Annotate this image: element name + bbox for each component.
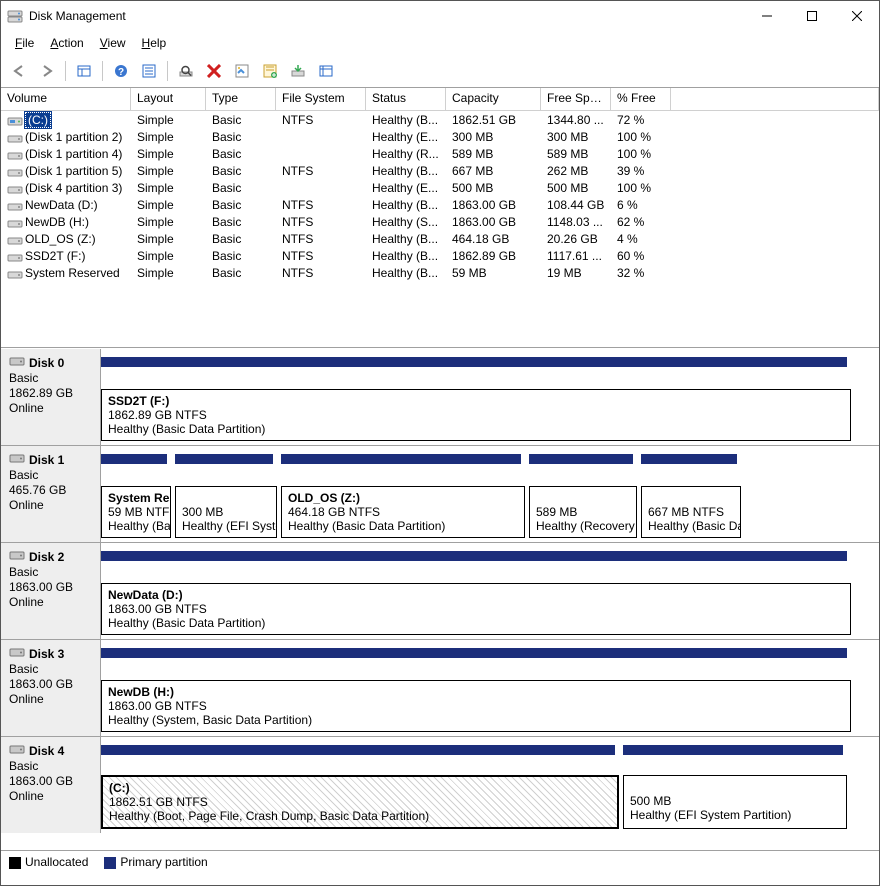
volume-row[interactable]: (Disk 1 partition 2)SimpleBasicHealthy (… <box>1 128 879 145</box>
menu-action[interactable]: Action <box>42 35 91 51</box>
disk-icon <box>9 549 25 564</box>
volume-row[interactable]: NewDB (H:)SimpleBasicNTFSHealthy (S...18… <box>1 213 879 230</box>
volume-icon <box>7 251 21 261</box>
partition[interactable]: NewData (D:)1863.00 GB NTFSHealthy (Basi… <box>101 583 851 635</box>
back-button[interactable] <box>7 59 31 83</box>
scan-disks-button[interactable] <box>174 59 198 83</box>
disk-icon <box>9 743 25 758</box>
disk-row: Disk 3Basic1863.00 GBOnlineNewDB (H:)186… <box>1 639 879 736</box>
disk-icon <box>9 452 25 467</box>
col-filesystem[interactable]: File System <box>276 88 366 110</box>
col-percent-free[interactable]: % Free <box>611 88 671 110</box>
disk-row: Disk 4Basic1863.00 GBOnline (C:)1862.51 … <box>1 736 879 833</box>
volume-icon <box>7 149 21 159</box>
volume-icon <box>7 166 21 176</box>
volume-row[interactable]: (Disk 4 partition 3)SimpleBasicHealthy (… <box>1 179 879 196</box>
col-free[interactable]: Free Spa... <box>541 88 611 110</box>
volume-icon <box>7 183 21 193</box>
new-volume-button[interactable] <box>258 59 282 83</box>
volume-row[interactable]: OLD_OS (Z:)SimpleBasicNTFSHealthy (B...4… <box>1 230 879 247</box>
col-capacity[interactable]: Capacity <box>446 88 541 110</box>
volume-row[interactable]: SSD2T (F:)SimpleBasicNTFSHealthy (B...18… <box>1 247 879 264</box>
detach-vhd-button[interactable] <box>314 59 338 83</box>
disk-row: Disk 1Basic465.76 GBOnlineSystem Res59 M… <box>1 445 879 542</box>
app-icon <box>7 8 23 24</box>
minimize-button[interactable] <box>744 1 789 31</box>
menubar: File Action View Help <box>1 31 879 55</box>
legend: Unallocated Primary partition <box>1 850 879 873</box>
partition[interactable]: (C:)1862.51 GB NTFSHealthy (Boot, Page F… <box>101 775 619 829</box>
attach-vhd-button[interactable] <box>286 59 310 83</box>
properties-button[interactable] <box>230 59 254 83</box>
toolbar: ? <box>1 55 879 88</box>
col-type[interactable]: Type <box>206 88 276 110</box>
drive-icon <box>7 115 21 125</box>
disk-row: Disk 0Basic1862.89 GBOnlineSSD2T (F:)186… <box>1 349 879 445</box>
help-button[interactable]: ? <box>109 59 133 83</box>
show-tree-button[interactable] <box>72 59 96 83</box>
menu-view[interactable]: View <box>92 35 134 51</box>
col-volume[interactable]: Volume <box>1 88 131 110</box>
partition[interactable]: OLD_OS (Z:)464.18 GB NTFSHealthy (Basic … <box>281 486 525 538</box>
disk-info[interactable]: Disk 4Basic1863.00 GBOnline <box>1 737 101 833</box>
disk-management-window: Disk Management File Action View Help <box>0 0 880 886</box>
partition[interactable]: System Res59 MB NTFSHealthy (Ba <box>101 486 171 538</box>
volume-row[interactable]: (C:)SimpleBasicNTFSHealthy (B...1862.51 … <box>1 111 879 128</box>
maximize-button[interactable] <box>789 1 834 31</box>
menu-help[interactable]: Help <box>134 35 175 51</box>
disk-info[interactable]: Disk 0Basic1862.89 GBOnline <box>1 349 101 445</box>
volume-rows: (C:)SimpleBasicNTFSHealthy (B...1862.51 … <box>1 111 879 281</box>
legend-unallocated: Unallocated <box>9 855 88 869</box>
col-layout[interactable]: Layout <box>131 88 206 110</box>
svg-text:?: ? <box>118 67 124 78</box>
partition[interactable]: NewDB (H:)1863.00 GB NTFSHealthy (System… <box>101 680 851 732</box>
partition[interactable]: 667 MB NTFSHealthy (Basic Data P <box>641 486 741 538</box>
titlebar: Disk Management <box>1 1 879 31</box>
disk-icon <box>9 355 25 370</box>
legend-primary: Primary partition <box>104 855 207 869</box>
menu-file[interactable]: File <box>7 35 42 51</box>
col-status[interactable]: Status <box>366 88 446 110</box>
disk-graphical-view: Disk 0Basic1862.89 GBOnlineSSD2T (F:)186… <box>1 348 879 850</box>
disk-icon <box>9 646 25 661</box>
window-title: Disk Management <box>29 9 744 23</box>
volume-row[interactable]: (Disk 1 partition 5)SimpleBasicNTFSHealt… <box>1 162 879 179</box>
partition[interactable]: 500 MBHealthy (EFI System Partition) <box>623 775 847 829</box>
partition[interactable]: 589 MBHealthy (Recovery P <box>529 486 637 538</box>
volume-row[interactable]: System ReservedSimpleBasicNTFSHealthy (B… <box>1 264 879 281</box>
partition[interactable]: 300 MBHealthy (EFI Syste <box>175 486 277 538</box>
volume-header: Volume Layout Type File System Status Ca… <box>1 88 879 111</box>
volume-icon <box>7 217 21 227</box>
volume-icon <box>7 200 21 210</box>
delete-button[interactable] <box>202 59 226 83</box>
disk-row: Disk 2Basic1863.00 GBOnlineNewData (D:)1… <box>1 542 879 639</box>
disk-info[interactable]: Disk 2Basic1863.00 GBOnline <box>1 543 101 639</box>
volume-icon <box>7 234 21 244</box>
volume-icon <box>7 268 21 278</box>
partition[interactable]: SSD2T (F:)1862.89 GB NTFSHealthy (Basic … <box>101 389 851 441</box>
volume-row[interactable]: (Disk 1 partition 4)SimpleBasicHealthy (… <box>1 145 879 162</box>
volume-icon <box>7 132 21 142</box>
close-button[interactable] <box>834 1 879 31</box>
forward-button[interactable] <box>35 59 59 83</box>
settings-list-button[interactable] <box>137 59 161 83</box>
volume-row[interactable]: NewData (D:)SimpleBasicNTFSHealthy (B...… <box>1 196 879 213</box>
disk-info[interactable]: Disk 3Basic1863.00 GBOnline <box>1 640 101 736</box>
volume-list: Volume Layout Type File System Status Ca… <box>1 88 879 348</box>
disk-info[interactable]: Disk 1Basic465.76 GBOnline <box>1 446 101 542</box>
